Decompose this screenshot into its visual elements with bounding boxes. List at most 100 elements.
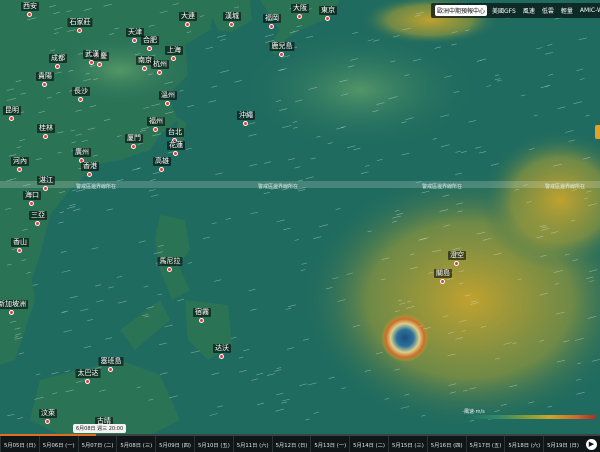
timeline-day[interactable]: 5月15日 (三) bbox=[387, 436, 427, 452]
city-marker[interactable] bbox=[167, 267, 172, 272]
city-label[interactable]: 达沃 bbox=[213, 344, 231, 353]
city-marker[interactable] bbox=[132, 38, 137, 43]
city-marker[interactable] bbox=[279, 52, 284, 57]
city-label[interactable]: 汶萊 bbox=[39, 409, 57, 418]
timeline-day[interactable]: 5月05日 (日) bbox=[0, 436, 39, 452]
city-marker[interactable] bbox=[29, 201, 34, 206]
city-marker[interactable] bbox=[173, 151, 178, 156]
model-option-amic-wrf[interactable]: AMIC-WRF bbox=[578, 6, 600, 15]
city-marker[interactable] bbox=[85, 379, 90, 384]
city-label[interactable]: 高雄 bbox=[153, 157, 171, 166]
city-label[interactable]: 石家莊 bbox=[67, 18, 93, 27]
timeline-day[interactable]: 5月06日 (一) bbox=[38, 436, 78, 452]
timeline-day[interactable]: 5月11日 (六) bbox=[232, 436, 272, 452]
city-label[interactable]: 關島 bbox=[434, 269, 452, 278]
city-marker[interactable] bbox=[87, 172, 92, 177]
city-label[interactable]: 杭州 bbox=[151, 60, 169, 69]
city-marker[interactable] bbox=[454, 261, 459, 266]
city-marker[interactable] bbox=[199, 318, 204, 323]
city-label[interactable]: 太巴达 bbox=[75, 369, 101, 378]
city-marker[interactable] bbox=[45, 419, 50, 424]
city-label[interactable]: 新加坡洲 bbox=[0, 300, 28, 309]
city-label[interactable]: 湛江 bbox=[37, 176, 55, 185]
city-marker[interactable] bbox=[165, 101, 170, 106]
city-marker[interactable] bbox=[153, 127, 158, 132]
timeline-day[interactable]: 5月18日 (六) bbox=[504, 436, 543, 452]
timeline-day[interactable]: 5月07日 (二) bbox=[77, 436, 117, 452]
city-marker[interactable] bbox=[147, 46, 152, 51]
city-label[interactable]: 澄空 bbox=[448, 251, 466, 260]
city-marker[interactable] bbox=[142, 66, 147, 71]
timeline-day[interactable]: 5月09日 (四) bbox=[155, 436, 194, 452]
map-viewport[interactable]: { "map": { "layer": "wind", "cities": [ … bbox=[0, 0, 600, 452]
city-label[interactable]: 大阪 bbox=[291, 4, 309, 13]
timeline-day[interactable]: 5月17日 (五) bbox=[465, 436, 505, 452]
city-label[interactable]: 長沙 bbox=[72, 87, 90, 96]
timeline-day[interactable]: 5月08日 (三) bbox=[116, 436, 155, 452]
city-label[interactable]: 海口 bbox=[23, 191, 41, 200]
city-label[interactable]: 武漢 bbox=[83, 50, 101, 59]
city-marker[interactable] bbox=[269, 24, 274, 29]
city-label[interactable]: 福岡 bbox=[263, 14, 281, 23]
city-marker[interactable] bbox=[27, 12, 32, 17]
city-marker[interactable] bbox=[17, 167, 22, 172]
city-label[interactable]: 昆明 bbox=[3, 106, 21, 115]
city-label[interactable]: 河內 bbox=[11, 157, 29, 166]
city-marker[interactable] bbox=[325, 16, 330, 21]
city-marker[interactable] bbox=[219, 354, 224, 359]
city-marker[interactable] bbox=[297, 14, 302, 19]
city-label[interactable]: 塞班島 bbox=[98, 357, 124, 366]
city-marker[interactable] bbox=[17, 248, 22, 253]
model-option-gfs[interactable]: 美國GFS bbox=[490, 5, 518, 16]
city-marker[interactable] bbox=[171, 56, 176, 61]
city-label[interactable]: 成都 bbox=[49, 54, 67, 63]
city-label[interactable]: 三亞 bbox=[29, 211, 47, 220]
city-label[interactable]: 東京 bbox=[319, 6, 337, 15]
city-label[interactable]: 漢城 bbox=[223, 12, 241, 21]
city-marker[interactable] bbox=[229, 22, 234, 27]
city-marker[interactable] bbox=[77, 28, 82, 33]
city-marker[interactable] bbox=[78, 97, 83, 102]
city-marker[interactable] bbox=[97, 62, 102, 67]
city-label[interactable]: 沖繩 bbox=[237, 111, 255, 120]
city-label[interactable]: 大連 bbox=[179, 12, 197, 21]
timeline-day[interactable]: 5月13日 (一) bbox=[310, 436, 349, 452]
city-label[interactable]: 馬尼拉 bbox=[157, 257, 183, 266]
city-label[interactable]: 西安 bbox=[21, 2, 39, 11]
city-marker[interactable] bbox=[157, 70, 162, 75]
city-marker[interactable] bbox=[243, 121, 248, 126]
city-marker[interactable] bbox=[55, 64, 60, 69]
model-option-ecmwf[interactable]: 歐洲中期預報中心 bbox=[435, 5, 488, 16]
city-label[interactable]: 溫州 bbox=[159, 91, 177, 100]
weather-map[interactable] bbox=[0, 0, 600, 452]
model-option-wind[interactable]: 風速 bbox=[521, 5, 537, 16]
city-marker[interactable] bbox=[43, 186, 48, 191]
timeline-day[interactable]: 5月19日 (日) bbox=[543, 436, 582, 452]
city-marker[interactable] bbox=[440, 279, 445, 284]
city-label[interactable]: 厦門 bbox=[125, 134, 143, 143]
city-marker[interactable] bbox=[43, 134, 48, 139]
city-marker[interactable] bbox=[159, 167, 164, 172]
city-marker[interactable] bbox=[131, 144, 136, 149]
city-marker[interactable] bbox=[9, 310, 14, 315]
city-label[interactable]: 廣州 bbox=[73, 148, 91, 157]
timeline-day[interactable]: 5月16日 (四) bbox=[426, 436, 466, 452]
city-label[interactable]: 香港 bbox=[81, 162, 99, 171]
city-label[interactable]: 貴陽 bbox=[36, 72, 54, 81]
city-label[interactable]: 福州 bbox=[147, 117, 165, 126]
city-label[interactable]: 宿霧 bbox=[193, 308, 211, 317]
model-option-lowcloud[interactable]: 低雲 bbox=[540, 5, 556, 16]
timeline-day[interactable]: 5月10日 (五) bbox=[193, 436, 233, 452]
city-marker[interactable] bbox=[35, 221, 40, 226]
city-label[interactable]: 上海 bbox=[165, 46, 183, 55]
city-marker[interactable] bbox=[9, 116, 14, 121]
city-label[interactable]: 合肥 bbox=[141, 36, 159, 45]
city-label[interactable]: 花蓮 bbox=[167, 141, 185, 150]
city-marker[interactable] bbox=[42, 82, 47, 87]
city-marker[interactable] bbox=[108, 367, 113, 372]
timeline-day[interactable]: 5月12日 (日) bbox=[271, 436, 311, 452]
city-label[interactable]: 鹿兒島 bbox=[269, 42, 295, 51]
model-option-light[interactable]: 輕量 bbox=[559, 5, 575, 16]
play-button[interactable]: ▶ bbox=[586, 439, 597, 450]
city-marker[interactable] bbox=[185, 22, 190, 27]
